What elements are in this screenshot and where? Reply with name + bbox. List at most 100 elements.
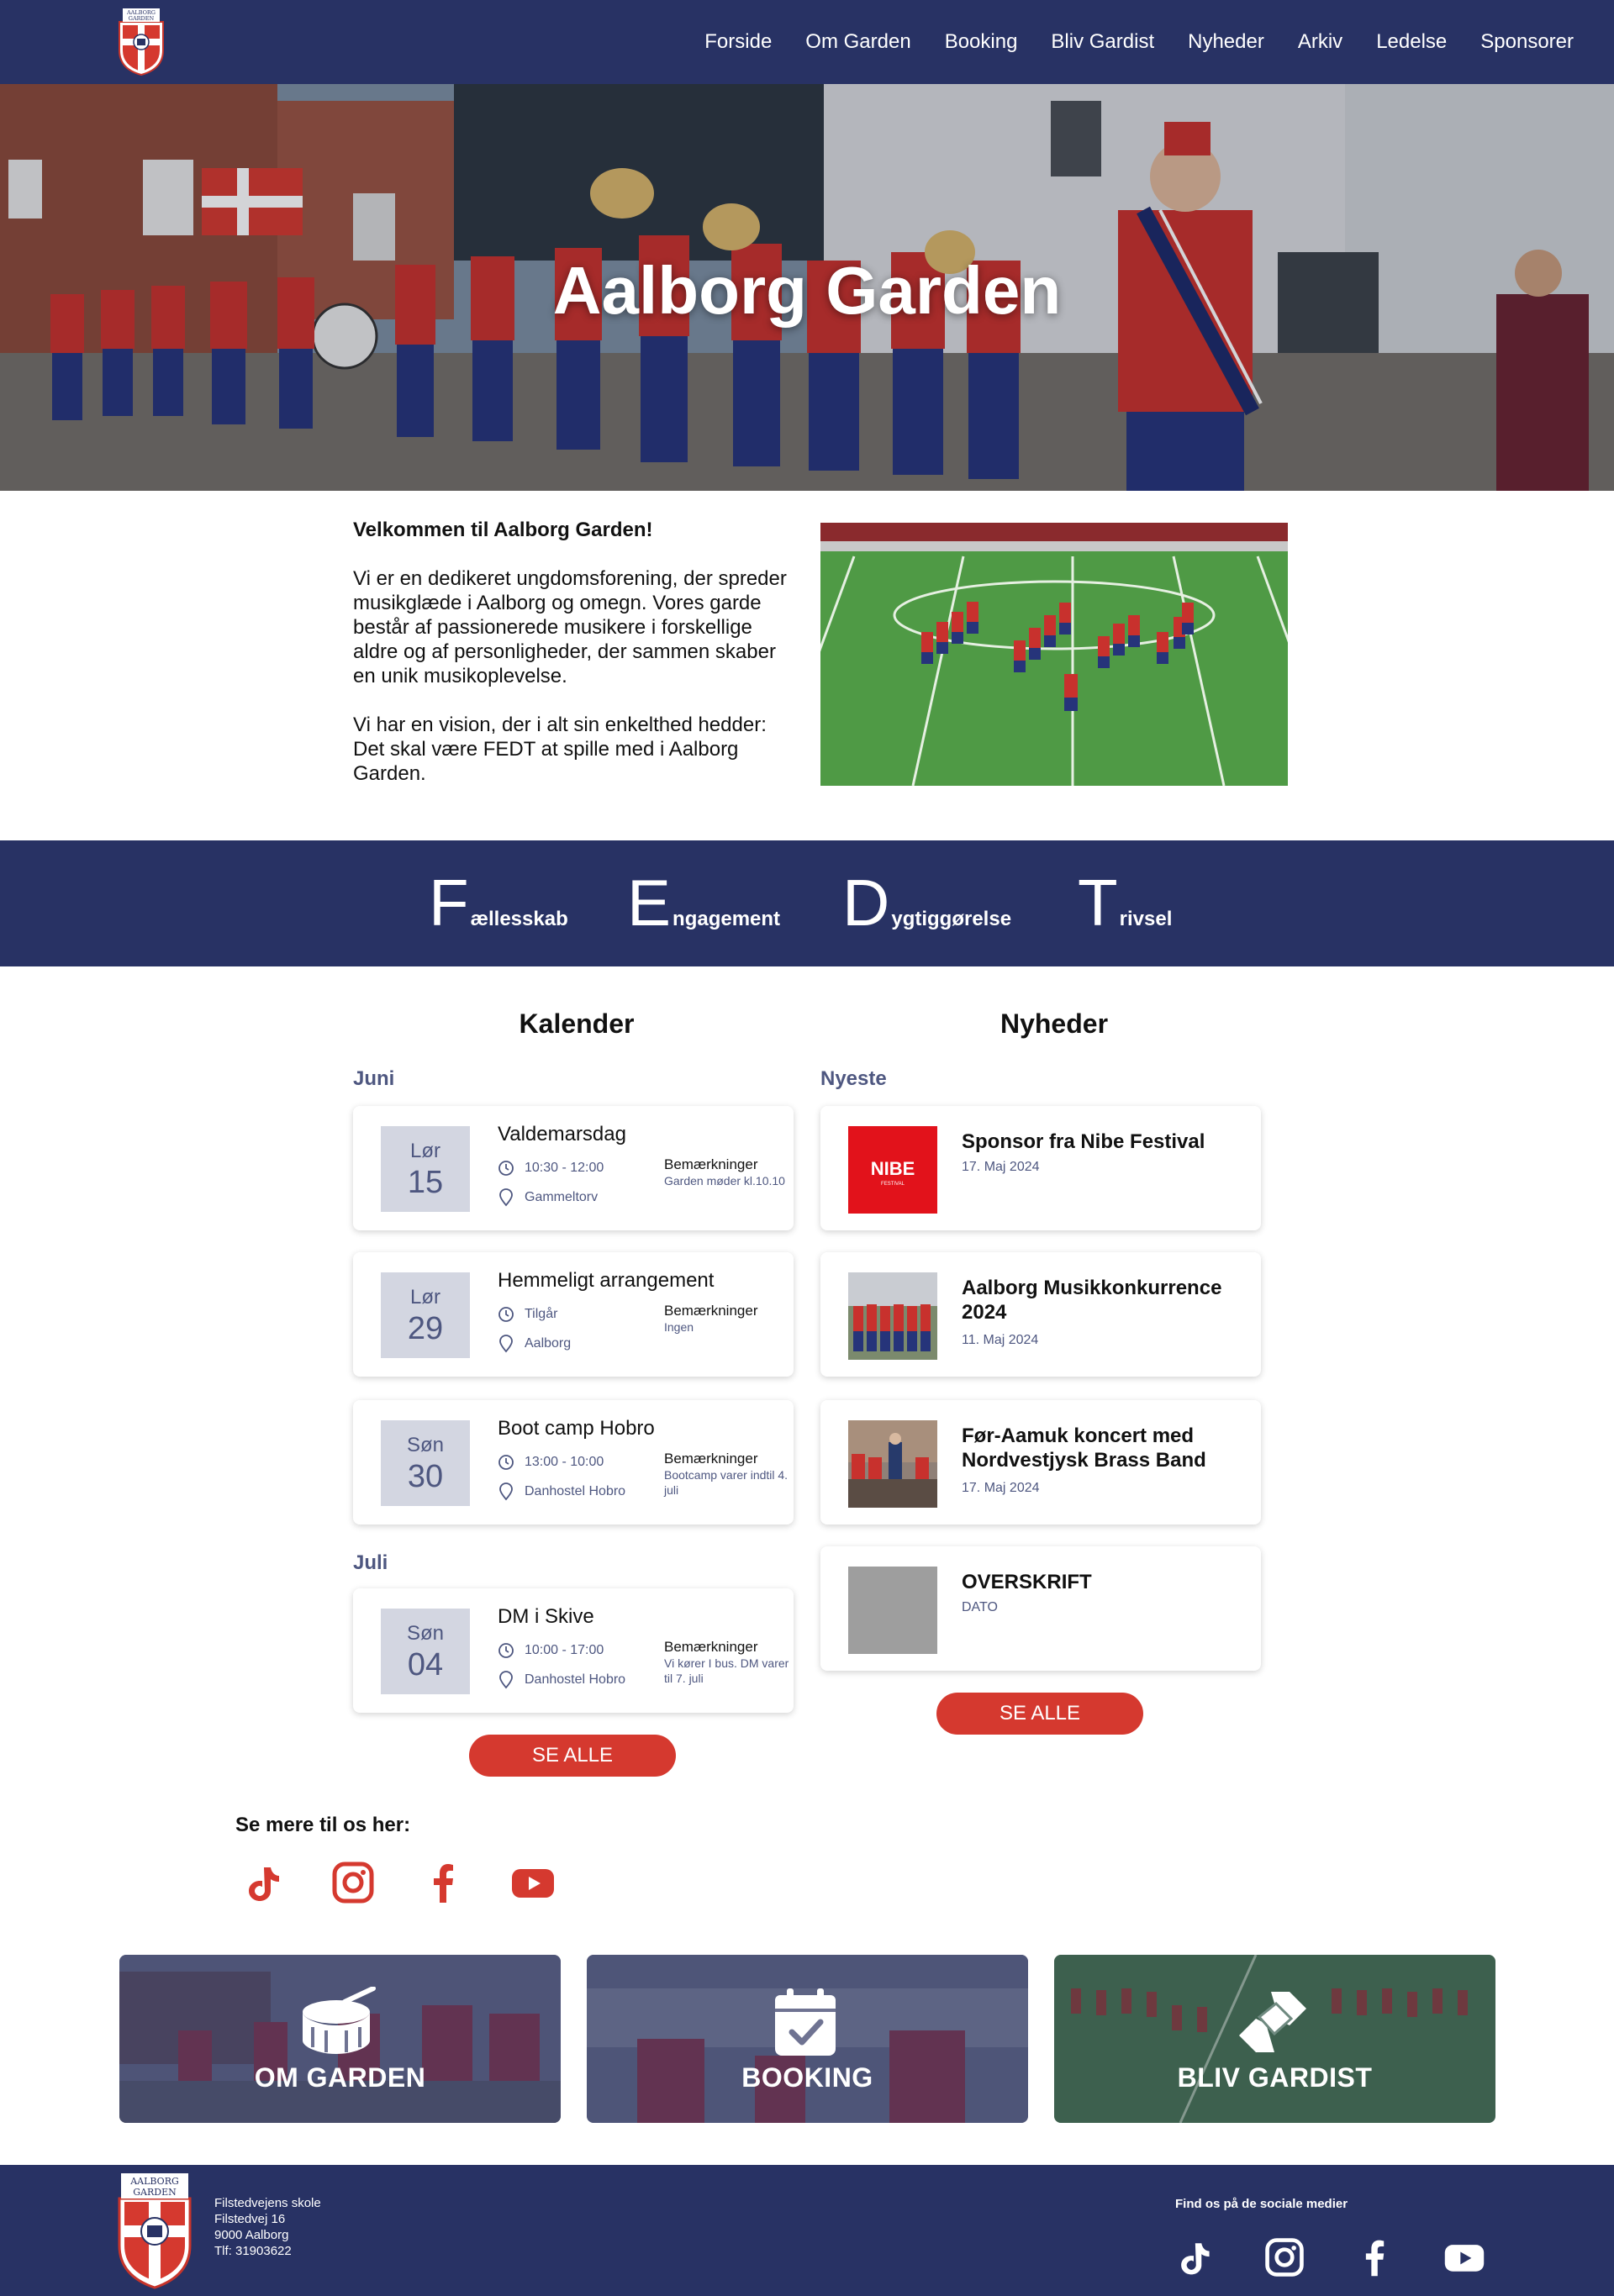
svg-text:GARDEN: GARDEN bbox=[129, 15, 155, 22]
welcome-title: Velkommen til Aalborg Garden! bbox=[353, 519, 653, 541]
youtube-icon[interactable] bbox=[509, 1859, 556, 1906]
tiktok-icon[interactable] bbox=[1172, 2235, 1216, 2279]
calendar-title: Kalender bbox=[519, 1008, 635, 1039]
news-date: DATO bbox=[962, 1600, 998, 1614]
month-label-juni: Juni bbox=[353, 1067, 395, 1090]
event-remarks: Bemærkninger Ingen bbox=[664, 1303, 758, 1334]
welcome-text: Velkommen til Aalborg Garden! Vi er en d… bbox=[353, 518, 790, 810]
nav-forside[interactable]: Forside bbox=[704, 30, 772, 54]
welcome-paragraph-1: Vi er en dedikeret ungdomsforening, der … bbox=[353, 567, 787, 687]
fedt-values-band: Fællesskab Engagement Dygtiggørelse Triv… bbox=[0, 840, 1614, 966]
social-title: Se mere til os her: bbox=[235, 1814, 411, 1836]
tiktok-icon[interactable] bbox=[239, 1859, 286, 1906]
news-see-all-button[interactable]: SE ALLE bbox=[936, 1693, 1143, 1735]
location-pin-icon bbox=[499, 1335, 513, 1353]
event-remarks: Bemærkninger Bootcamp varer indtil 4. ju… bbox=[664, 1451, 789, 1497]
svg-text:AALBORG: AALBORG bbox=[129, 2176, 179, 2187]
clock-icon bbox=[498, 1307, 514, 1322]
bliv-gardist-tile[interactable]: BLIV GARDIST bbox=[1054, 1955, 1495, 2123]
value-trivsel: Trivsel bbox=[1078, 866, 1173, 940]
footer-address: Filstedvejens skole Filstedvej 16 9000 A… bbox=[214, 2196, 321, 2258]
event-time: 10:30 - 12:00 bbox=[525, 1161, 604, 1175]
event-time: Tilgår bbox=[525, 1307, 558, 1321]
instagram-icon[interactable] bbox=[330, 1859, 377, 1906]
calendar-check-icon bbox=[775, 1988, 836, 2056]
news-card[interactable]: OVERSKRIFT DATO bbox=[820, 1546, 1261, 1671]
concert-photo-thumbnail bbox=[848, 1420, 937, 1508]
handshake-icon bbox=[1239, 1992, 1306, 2052]
value-engagement: Engagement bbox=[627, 866, 781, 940]
event-title: DM i Skive bbox=[498, 1605, 594, 1628]
om-garden-tile[interactable]: OM GARDEN bbox=[119, 1955, 561, 2123]
value-dygtiggoerelse: Dygtiggørelse bbox=[842, 866, 1012, 940]
nav-booking[interactable]: Booking bbox=[945, 30, 1018, 54]
news-card[interactable]: Før-Aamuk koncert med Nordvestjysk Brass… bbox=[820, 1400, 1261, 1525]
top-navigation: AALBORG GARDEN Forside Om Garden Booking… bbox=[0, 0, 1614, 84]
news-headline: Sponsor fra Nibe Festival bbox=[962, 1130, 1205, 1153]
event-title: Boot camp Hobro bbox=[498, 1417, 655, 1440]
event-date-box: Lør 15 bbox=[381, 1126, 470, 1212]
event-card[interactable]: Lør 29 Hemmeligt arrangement Tilgår Aalb… bbox=[353, 1252, 794, 1377]
event-title: Valdemarsdag bbox=[498, 1123, 626, 1145]
news-card[interactable]: NIBE FESTIVAL Sponsor fra Nibe Festival … bbox=[820, 1106, 1261, 1230]
news-headline: Aalborg Musikkonkurrence 2024 bbox=[962, 1277, 1222, 1324]
news-headline: Før-Aamuk koncert med Nordvestjysk Brass… bbox=[962, 1424, 1206, 1472]
news-date: 17. Maj 2024 bbox=[962, 1481, 1040, 1495]
clock-icon bbox=[498, 1161, 514, 1176]
event-card[interactable]: Lør 15 Valdemarsdag 10:30 - 12:00 Gammel… bbox=[353, 1106, 794, 1230]
nav-nyheder[interactable]: Nyheder bbox=[1188, 30, 1264, 54]
svg-text:NIBE: NIBE bbox=[871, 1158, 915, 1179]
news-date: 11. Maj 2024 bbox=[962, 1333, 1039, 1347]
instagram-icon[interactable] bbox=[1263, 2235, 1306, 2279]
event-remarks: Bemærkninger Vi kører I bus. DM varer ti… bbox=[664, 1639, 789, 1685]
facebook-icon[interactable] bbox=[420, 1859, 467, 1906]
event-remarks: Bemærkninger Garden møder kl.10.10 bbox=[664, 1156, 785, 1187]
clock-icon bbox=[498, 1643, 514, 1658]
aalborg-garden-logo[interactable]: AALBORG GARDEN bbox=[118, 7, 165, 76]
nav-om-garden[interactable]: Om Garden bbox=[805, 30, 910, 54]
nav-bliv-gardist[interactable]: Bliv Gardist bbox=[1051, 30, 1154, 54]
event-date-box: Søn 30 bbox=[381, 1420, 470, 1506]
event-place: Danhostel Hobro bbox=[525, 1484, 626, 1498]
news-newest-label: Nyeste bbox=[820, 1067, 887, 1090]
event-card[interactable]: Søn 30 Boot camp Hobro 13:00 - 10:00 Dan… bbox=[353, 1400, 794, 1525]
nav-ledelse[interactable]: Ledelse bbox=[1376, 30, 1447, 54]
news-title: Nyheder bbox=[1000, 1008, 1109, 1039]
footer-social-label: Find os på de sociale medier bbox=[1175, 2197, 1348, 2211]
news-date: 17. Maj 2024 bbox=[962, 1160, 1040, 1174]
event-date-box: Lør 29 bbox=[381, 1272, 470, 1358]
calendar-see-all-button[interactable]: SE ALLE bbox=[469, 1735, 676, 1777]
aalborg-garden-footer-logo[interactable]: AALBORG GARDEN bbox=[116, 2172, 193, 2289]
month-label-juli: Juli bbox=[353, 1551, 388, 1574]
location-pin-icon bbox=[499, 1671, 513, 1689]
facebook-icon[interactable] bbox=[1353, 2235, 1397, 2279]
booking-tile[interactable]: BOOKING bbox=[587, 1955, 1028, 2123]
placeholder-thumbnail bbox=[848, 1567, 937, 1654]
location-pin-icon bbox=[499, 1188, 513, 1207]
hero-title: Aalborg Garden bbox=[552, 253, 1062, 328]
tile-label: BLIV GARDIST bbox=[1177, 2062, 1373, 2093]
news-headline: OVERSKRIFT bbox=[962, 1571, 1092, 1593]
youtube-icon[interactable] bbox=[1443, 2235, 1486, 2279]
drum-icon bbox=[303, 1987, 376, 2054]
nav-sponsorer[interactable]: Sponsorer bbox=[1480, 30, 1574, 54]
site-footer: AALBORG GARDEN Filstedvejens skole Filst… bbox=[0, 2165, 1614, 2296]
event-time: 10:00 - 17:00 bbox=[525, 1643, 604, 1657]
event-place: Gammeltorv bbox=[525, 1190, 599, 1204]
event-card[interactable]: Søn 04 DM i Skive 10:00 - 17:00 Danhoste… bbox=[353, 1588, 794, 1713]
clock-icon bbox=[498, 1455, 514, 1470]
location-pin-icon bbox=[499, 1482, 513, 1501]
event-time: 13:00 - 10:00 bbox=[525, 1455, 604, 1469]
welcome-paragraph-2: Vi har en vision, der i alt sin enkelthe… bbox=[353, 714, 767, 785]
nibe-festival-thumbnail: NIBE FESTIVAL bbox=[848, 1126, 937, 1214]
band-photo-thumbnail bbox=[848, 1272, 937, 1360]
event-title: Hemmeligt arrangement bbox=[498, 1269, 715, 1292]
news-card[interactable]: Aalborg Musikkonkurrence 2024 11. Maj 20… bbox=[820, 1252, 1261, 1377]
svg-text:FESTIVAL: FESTIVAL bbox=[881, 1182, 905, 1187]
event-place: Danhostel Hobro bbox=[525, 1672, 626, 1687]
band-on-field-image bbox=[820, 523, 1288, 786]
tile-label: OM GARDEN bbox=[254, 2062, 426, 2093]
hero-banner: Aalborg Garden bbox=[0, 84, 1614, 491]
svg-text:GARDEN: GARDEN bbox=[133, 2187, 177, 2198]
nav-arkiv[interactable]: Arkiv bbox=[1298, 30, 1342, 54]
